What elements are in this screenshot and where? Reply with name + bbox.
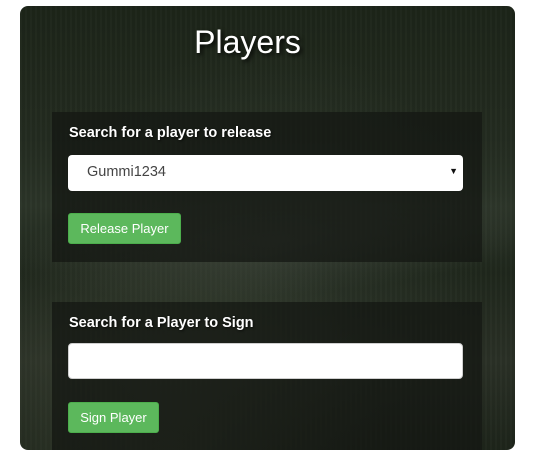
sign-player-card: Search for a Player to Sign Sign Player — [52, 302, 482, 450]
sign-search-label: Search for a Player to Sign — [69, 315, 254, 331]
page-title: Players — [194, 24, 301, 60]
release-search-label: Search for a player to release — [69, 125, 272, 141]
dropdown-arrow-icon: ▼ — [449, 166, 458, 176]
sign-player-button[interactable]: Sign Player — [68, 402, 159, 433]
sign-player-search-input[interactable] — [68, 343, 463, 379]
players-panel: Players Search for a player to release G… — [20, 6, 515, 450]
release-player-card: Search for a player to release Gummi1234… — [52, 112, 482, 262]
release-player-selected-value: Gummi1234 — [87, 164, 166, 180]
release-player-button[interactable]: Release Player — [68, 213, 181, 244]
release-player-select[interactable]: Gummi1234 ▼ — [68, 155, 463, 191]
